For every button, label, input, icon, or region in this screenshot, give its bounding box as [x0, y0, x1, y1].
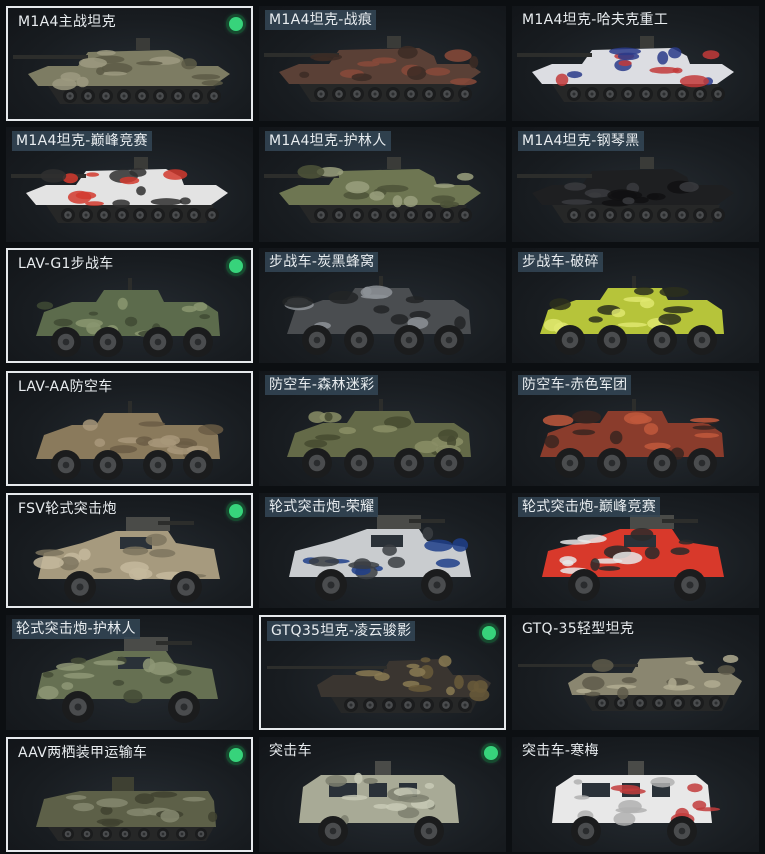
vehicle-illustration — [11, 157, 228, 223]
vehicle-illustration — [36, 278, 220, 357]
skin-card[interactable]: M1A4坦克-哈夫克重工 — [512, 6, 759, 121]
skin-card[interactable]: M1A4坦克-巅峰竞赛 — [6, 127, 253, 242]
vehicle-illustration — [264, 157, 481, 223]
vehicle-illustration — [540, 399, 724, 478]
skin-label: 防空车-赤色军团 — [518, 375, 632, 395]
vehicle-illustration — [299, 761, 459, 846]
vehicle-illustration — [36, 637, 218, 723]
vehicle-illustration — [33, 517, 220, 603]
skin-label: LAV-AA防空车 — [18, 379, 113, 395]
vehicle-skin-grid: M1A4主战坦克 M1A4坦克-战痕 M1A4坦克-哈夫克重工 M1A4坦克-巅峰竞赛… — [0, 0, 765, 854]
skin-label: AAV两栖装甲运输车 — [18, 745, 148, 761]
skin-label: 轮式突击炮-护林人 — [12, 619, 140, 639]
skin-label: GTQ35坦克-凌云骏影 — [267, 621, 416, 641]
skin-card[interactable]: 轮式突击炮-护林人 — [6, 615, 253, 730]
vehicle-illustration — [267, 655, 491, 713]
vehicle-illustration — [517, 36, 734, 102]
vehicle-illustration — [552, 761, 721, 846]
vehicle-illustration — [13, 38, 230, 104]
skin-label: M1A4坦克-巅峰竞赛 — [12, 131, 152, 151]
owned-indicator-icon — [229, 748, 243, 762]
skin-card[interactable]: 步战车-炭黑蜂窝 — [259, 248, 506, 363]
vehicle-illustration — [540, 276, 724, 355]
owned-indicator-icon — [229, 259, 243, 273]
owned-indicator-icon — [482, 626, 496, 640]
skin-label: M1A4坦克-战痕 — [265, 10, 377, 30]
skin-label: 轮式突击炮-荣耀 — [265, 497, 379, 517]
skin-label: 突击车-寒梅 — [522, 743, 599, 759]
skin-card[interactable]: M1A4坦克-钢琴黑 — [512, 127, 759, 242]
skin-card[interactable]: 轮式突击炮-荣耀 — [259, 493, 506, 608]
skin-label: GTQ-35轻型坦克 — [522, 621, 635, 637]
skin-label: LAV-G1步战车 — [18, 256, 114, 272]
vehicle-illustration — [517, 157, 734, 223]
skin-card[interactable]: GTQ35坦克-凌云骏影 — [259, 615, 506, 730]
skin-card[interactable]: M1A4坦克-战痕 — [259, 6, 506, 121]
owned-indicator-icon — [229, 17, 243, 31]
skin-card[interactable]: GTQ-35轻型坦克 — [512, 615, 759, 730]
skin-label: FSV轮式突击炮 — [18, 501, 117, 517]
vehicle-illustration — [518, 654, 742, 711]
vehicle-illustration — [289, 515, 471, 601]
skin-card[interactable]: LAV-AA防空车 — [6, 371, 253, 486]
owned-indicator-icon — [484, 746, 498, 760]
skin-card[interactable]: 突击车-寒梅 — [512, 737, 759, 852]
skin-card[interactable]: 轮式突击炮-巅峰竞赛 — [512, 493, 759, 608]
skin-label: M1A4主战坦克 — [18, 14, 116, 30]
skin-label: M1A4坦克-钢琴黑 — [518, 131, 644, 151]
skin-card[interactable]: FSV轮式突击炮 — [6, 493, 253, 608]
vehicle-illustration — [282, 276, 471, 355]
skin-label: 步战车-炭黑蜂窝 — [265, 252, 379, 272]
skin-card[interactable]: LAV-G1步战车 — [6, 248, 253, 363]
skin-label: 防空车-森林迷彩 — [265, 375, 379, 395]
skin-label: M1A4坦克-护林人 — [265, 131, 391, 151]
vehicle-illustration — [36, 401, 224, 480]
skin-card[interactable]: M1A4坦克-护林人 — [259, 127, 506, 242]
skin-card[interactable]: M1A4主战坦克 — [6, 6, 253, 121]
skin-label: M1A4坦克-哈夫克重工 — [522, 12, 669, 28]
skin-label: 突击车 — [269, 743, 312, 759]
vehicle-illustration — [264, 36, 481, 102]
skin-card[interactable]: 步战车-破碎 — [512, 248, 759, 363]
vehicle-illustration — [36, 777, 218, 841]
vehicle-illustration — [542, 515, 724, 601]
owned-indicator-icon — [229, 504, 243, 518]
skin-card[interactable]: AAV两栖装甲运输车 — [6, 737, 253, 852]
skin-card[interactable]: 防空车-森林迷彩 — [259, 371, 506, 486]
skin-card[interactable]: 防空车-赤色军团 — [512, 371, 759, 486]
skin-card[interactable]: 突击车 — [259, 737, 506, 852]
skin-label: 轮式突击炮-巅峰竞赛 — [518, 497, 661, 517]
vehicle-illustration — [287, 399, 471, 478]
skin-label: 步战车-破碎 — [518, 252, 603, 272]
